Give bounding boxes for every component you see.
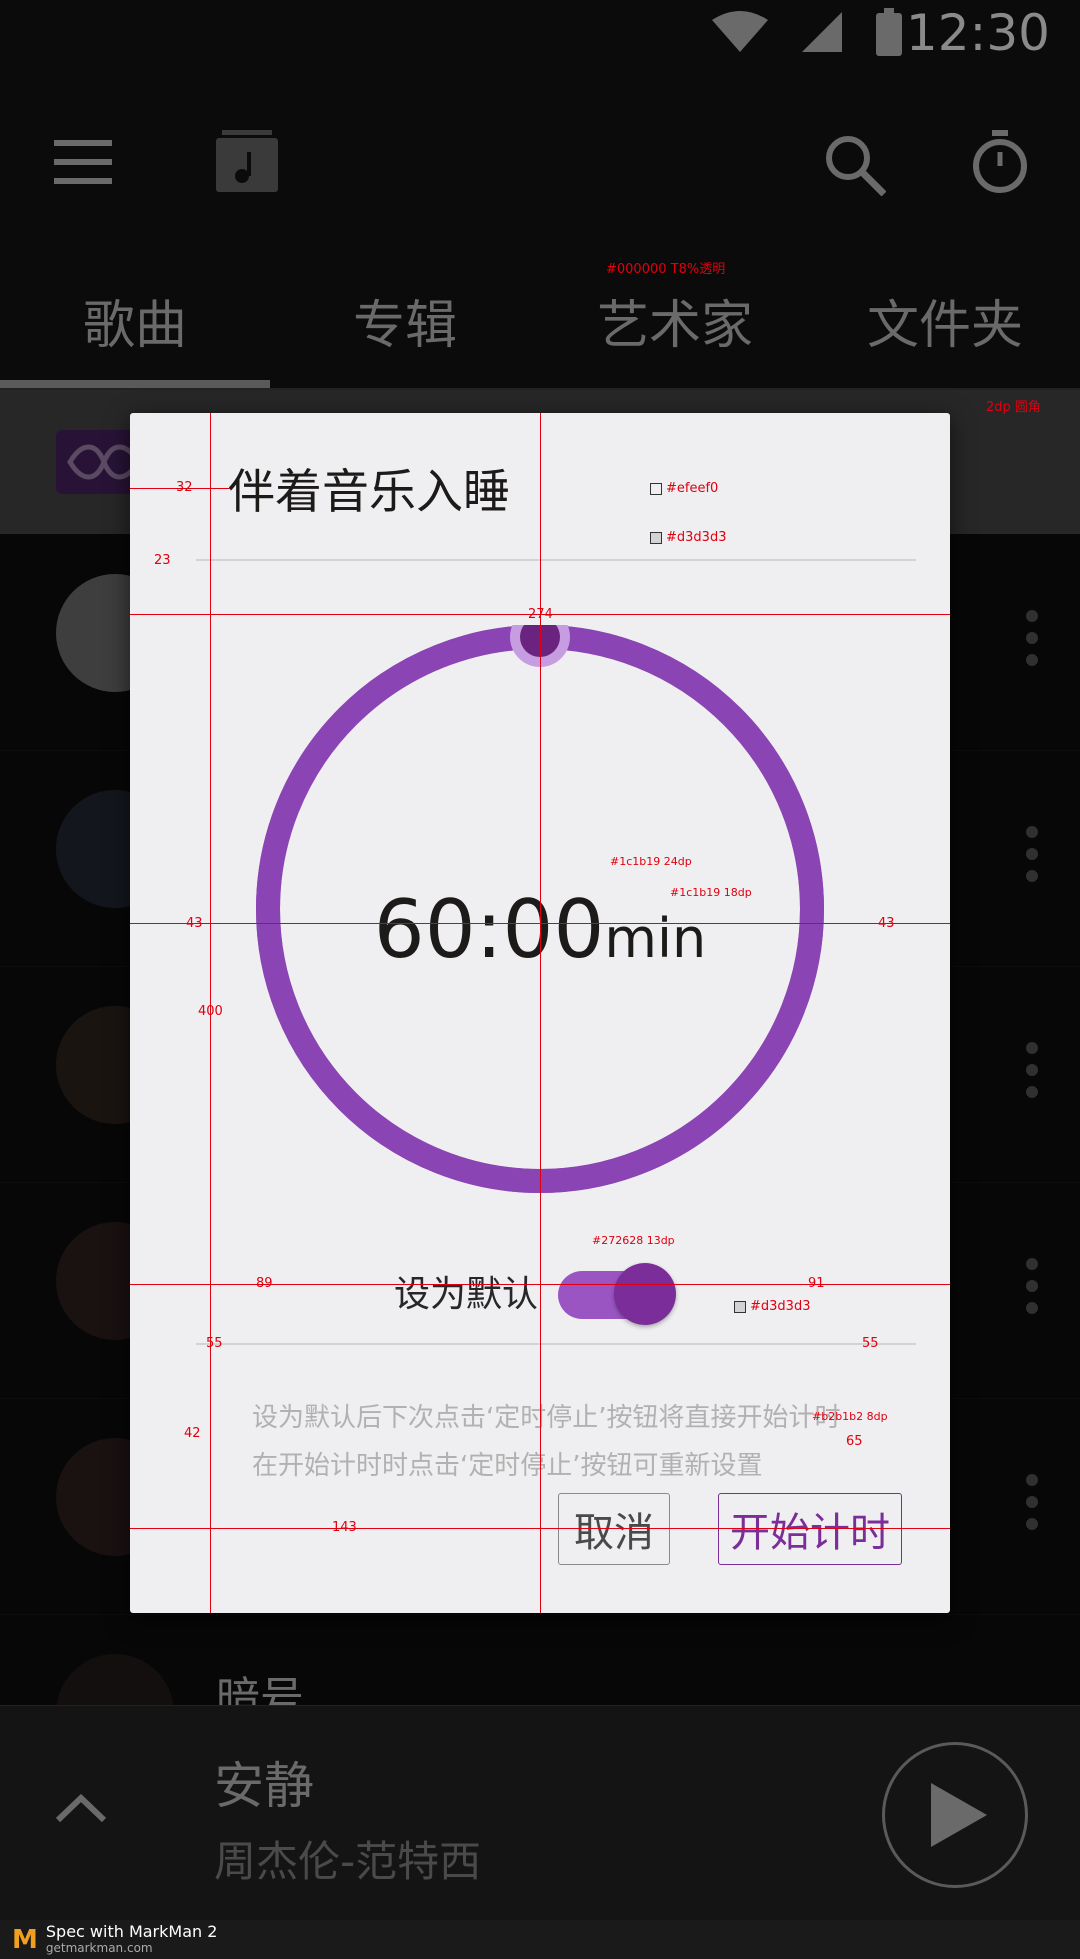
annotation-label: #1c1b19 24dp [610,855,692,868]
set-default-toggle[interactable] [558,1263,676,1325]
menu-icon[interactable] [54,140,112,184]
annotation-label: 2dp 圆角 [986,400,1041,415]
measure-value: 32 [176,480,193,495]
measure-line [540,413,541,1613]
markman-footer: M Spec with MarkMan 2 getmarkman.com [0,1920,1080,1959]
divider [196,559,916,561]
dialog-title: 伴着音乐入睡 [228,465,510,520]
tab-artists[interactable]: 艺术家 [540,260,810,380]
measure-value: 65 [846,1434,863,1449]
measure-value: 43 [878,916,895,931]
annotation-label: #efeef0 [650,481,718,496]
markman-brand: Spec with MarkMan 2 getmarkman.com [45,1921,218,1955]
divider [196,1343,916,1345]
measure-value: 400 [198,1004,223,1019]
hint-line-1: 设为默认后下次点击‘定时停止’按钮将直接开始计时 [252,1403,841,1433]
now-playing-title: 安静 [214,1757,314,1815]
cancel-button[interactable]: 取消 [558,1493,670,1565]
wifi-icon [712,11,768,52]
annotation-label: #b2b1b2 8dp [812,1410,888,1423]
status-time: 12:30 [905,4,1050,62]
tab-bar: 歌曲 专辑 艺术家 文件夹 [0,260,1080,390]
measure-value: 274 [528,607,553,622]
annotation-label: #272628 13dp [592,1234,675,1247]
annotation-label: #d3d3d3 [650,530,726,545]
toggle-knob [614,1263,676,1325]
measure-value: 89 [256,1276,273,1291]
tab-folders[interactable]: 文件夹 [810,260,1080,380]
annotation-label: #d3d3d3 [734,1299,810,1314]
status-bar: 12:30 [0,0,1080,68]
measure-value: 55 [206,1336,223,1351]
play-icon [931,1783,987,1847]
annotation-label: #000000 T8%透明 [606,262,726,277]
start-timer-button[interactable]: 开始计时 [718,1493,902,1565]
measure-line [130,1528,950,1529]
battery-icon [876,8,902,56]
measure-value: 23 [154,553,171,568]
measure-value: 55 [862,1336,879,1351]
timer-value: 60:00 [373,883,605,976]
measure-line [130,1284,950,1285]
now-playing-artist: 周杰伦-范特西 [214,1837,482,1886]
annotation-label: #1c1b19 18dp [670,886,752,899]
tab-indicator [0,380,270,388]
measure-value: 143 [332,1520,357,1535]
tab-songs[interactable]: 歌曲 [0,260,270,380]
hint-line-2: 在开始计时时点击‘定时停止’按钮可重新设置 [252,1451,763,1481]
set-default-label: 设为默认 [394,1274,539,1315]
measure-value: 42 [184,1426,201,1441]
music-library-icon[interactable] [216,130,278,192]
timer-icon[interactable] [972,130,1028,194]
now-playing-bar[interactable]: 安静 周杰伦-范特西 [0,1705,1080,1921]
measure-value: 91 [808,1276,825,1291]
measure-value: 43 [186,916,203,931]
search-icon[interactable] [824,134,886,196]
signal-icon [802,12,842,52]
chevron-up-icon[interactable] [54,1792,108,1822]
timer-unit: min [604,907,707,970]
markman-logo: M [12,1924,38,1955]
toolbar [0,68,1080,288]
tab-albums[interactable]: 专辑 [270,260,540,380]
play-button[interactable] [882,1742,1028,1888]
